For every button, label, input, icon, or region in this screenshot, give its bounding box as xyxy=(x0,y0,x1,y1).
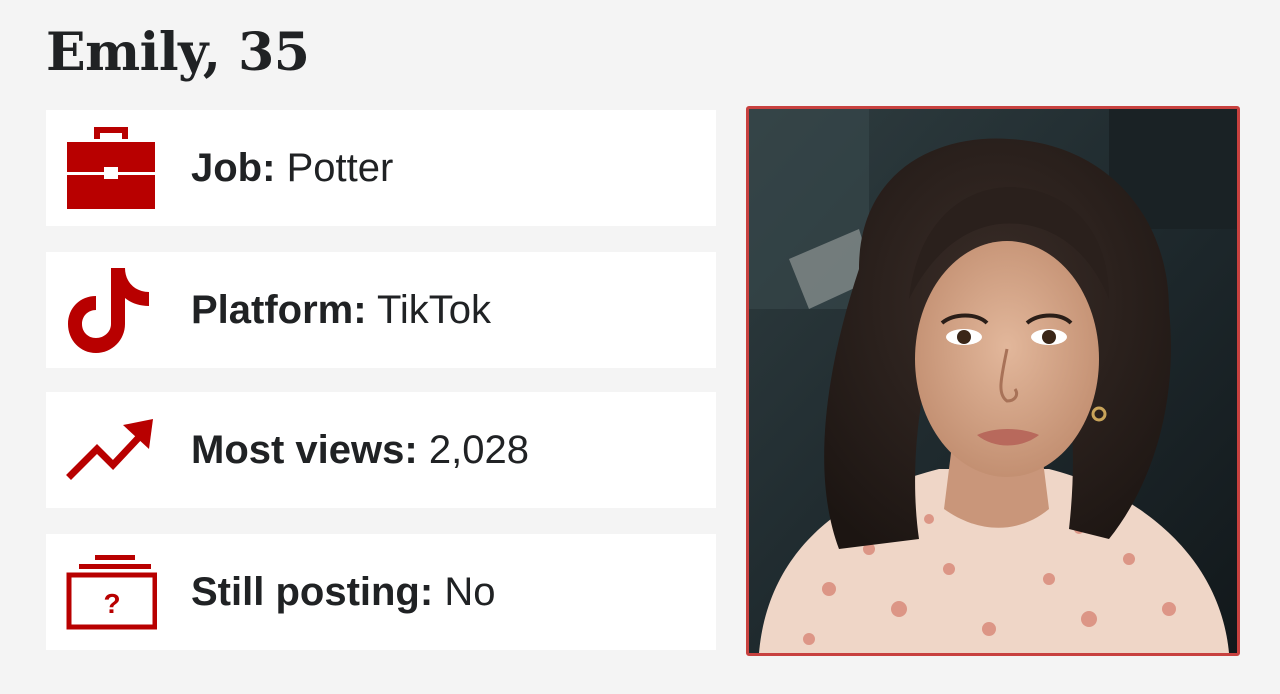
info-row-most-views: Most views: 2,028 xyxy=(46,392,716,508)
page-title: Emily, 35 xyxy=(46,22,310,83)
briefcase-icon xyxy=(64,123,158,213)
svg-text:?: ? xyxy=(103,588,120,619)
still-posting-label: Still posting: xyxy=(191,570,434,614)
still-posting-value: No xyxy=(444,570,496,614)
most-views-label: Most views: xyxy=(191,428,418,472)
most-views-value: 2,028 xyxy=(428,428,529,472)
job-value: Potter xyxy=(286,146,394,190)
tiktok-icon xyxy=(64,265,158,355)
info-row-platform: Platform: TikTok xyxy=(46,252,716,368)
platform-value: TikTok xyxy=(376,288,492,332)
question-box-icon: ? xyxy=(64,547,158,637)
profile-photo xyxy=(746,106,1240,656)
info-row-job: Job: Potter xyxy=(46,110,716,226)
info-row-still-posting: ? Still posting: No xyxy=(46,534,716,650)
trending-up-icon xyxy=(64,405,158,495)
job-label: Job: xyxy=(191,146,276,190)
platform-label: Platform: xyxy=(191,288,367,332)
